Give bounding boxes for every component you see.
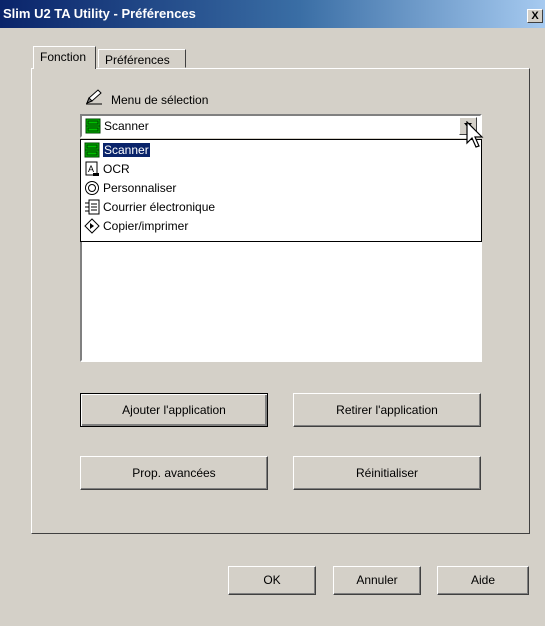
advanced-properties-button[interactable]: Prop. avancées xyxy=(80,456,268,490)
option-label: Scanner xyxy=(103,143,150,157)
selection-combo[interactable]: Scanner xyxy=(80,114,482,138)
personalize-icon xyxy=(84,180,100,196)
option-scanner[interactable]: Scanner xyxy=(83,142,479,158)
combo-value: Scanner xyxy=(104,119,149,133)
reset-button[interactable]: Réinitialiser xyxy=(293,456,481,490)
button-label: Ajouter l'application xyxy=(122,403,226,417)
button-label: Aide xyxy=(470,573,496,587)
option-copy-print[interactable]: Copier/imprimer xyxy=(83,218,479,234)
selection-menu-label: Menu de sélection xyxy=(111,93,209,107)
button-label: Réinitialiser xyxy=(355,466,419,480)
scanner-icon xyxy=(85,118,101,134)
tab-fonction[interactable]: Fonction xyxy=(33,46,96,69)
copy-print-icon xyxy=(84,218,100,234)
ocr-icon: A xyxy=(84,161,100,177)
scanner-icon xyxy=(84,142,100,158)
title-bar: Slim U2 TA Utility - Préférences X xyxy=(0,0,545,28)
tab-label: Préférences xyxy=(105,53,170,67)
tab-label: Fonction xyxy=(40,50,87,64)
selection-dropdown-list: Scanner A OCR Personnaliser Courrier éle… xyxy=(80,139,482,242)
add-application-button[interactable]: Ajouter l'application xyxy=(80,393,268,427)
tab-preferences[interactable]: Préférences xyxy=(98,49,186,68)
mouse-cursor-icon xyxy=(465,120,487,151)
option-personalize[interactable]: Personnaliser xyxy=(83,180,479,196)
pen-icon xyxy=(85,89,103,105)
close-button[interactable]: X xyxy=(527,9,543,23)
option-ocr[interactable]: A OCR xyxy=(83,161,479,177)
button-label: Annuler xyxy=(356,573,398,587)
email-icon xyxy=(84,199,100,215)
ok-button[interactable]: OK xyxy=(228,566,316,595)
option-label: OCR xyxy=(103,162,130,176)
help-button[interactable]: Aide xyxy=(437,566,529,595)
option-email[interactable]: Courrier électronique xyxy=(83,199,479,215)
application-list[interactable] xyxy=(80,238,482,362)
option-label: Personnaliser xyxy=(103,181,177,195)
window-title: Slim U2 TA Utility - Préférences xyxy=(3,6,196,21)
remove-application-button[interactable]: Retirer l'application xyxy=(293,393,481,427)
svg-text:A: A xyxy=(88,164,94,174)
cancel-button[interactable]: Annuler xyxy=(333,566,421,595)
button-label: Retirer l'application xyxy=(336,403,438,417)
button-label: Prop. avancées xyxy=(132,466,216,480)
option-label: Courrier électronique xyxy=(103,200,216,214)
option-label: Copier/imprimer xyxy=(103,219,189,233)
button-label: OK xyxy=(263,573,281,587)
